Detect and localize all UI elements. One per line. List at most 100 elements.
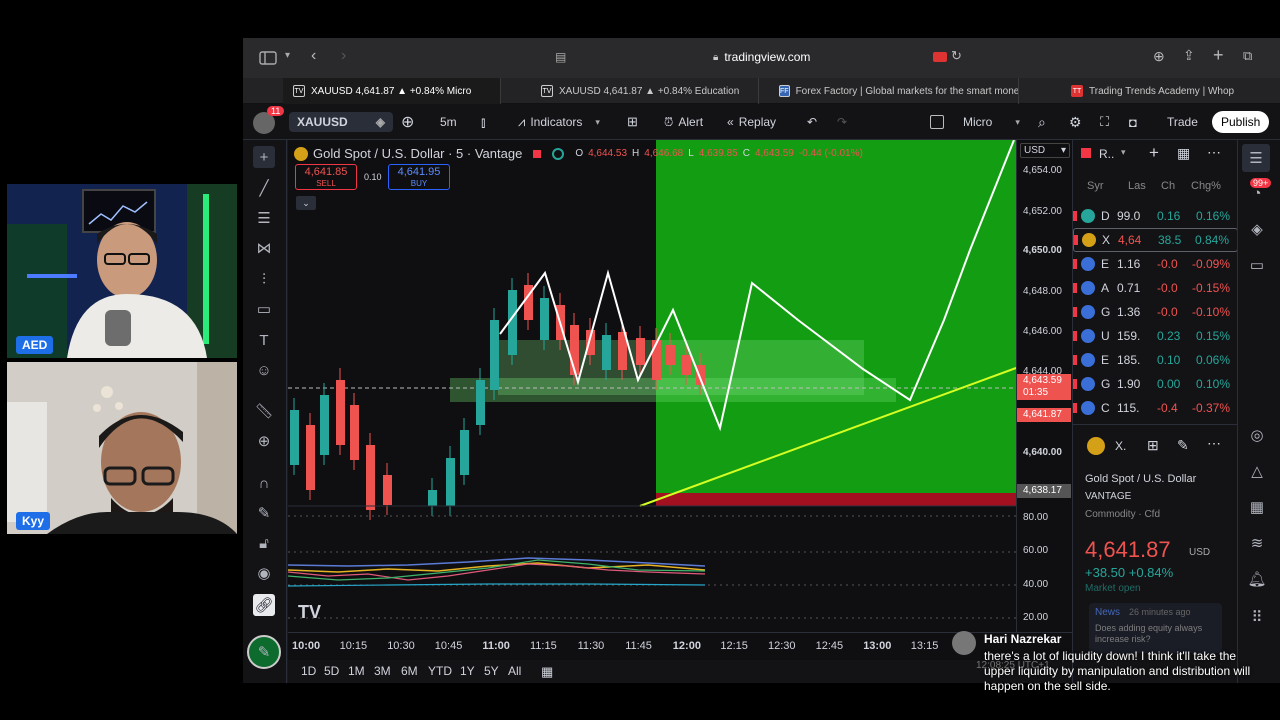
fullscreen-icon[interactable]: ⛶: [1100, 112, 1109, 132]
back-icon[interactable]: ‹: [311, 47, 316, 65]
checkbox-icon[interactable]: [930, 115, 944, 129]
edit-icon[interactable]: ✎: [1177, 437, 1189, 454]
watchlist-row[interactable]: A 0.71 -0.0 -0.15%: [1073, 276, 1238, 300]
alert-button[interactable]: ⏰︎ Alert: [664, 112, 703, 132]
bell-icon[interactable]: 🔔︎: [1246, 568, 1268, 590]
compare-add-icon[interactable]: ⊕: [401, 112, 414, 132]
watchlist-row[interactable]: U 159. 0.23 0.15%: [1073, 324, 1238, 348]
grid-icon[interactable]: ⊞: [1147, 437, 1159, 454]
more-icon[interactable]: ⋯: [1207, 435, 1221, 452]
reader-icon[interactable]: ▤: [555, 50, 566, 64]
pattern-icon[interactable]: ⋈: [253, 237, 275, 259]
rectangle-icon[interactable]: ▭: [253, 298, 275, 320]
table-view-icon[interactable]: ▦: [1177, 145, 1190, 162]
triangle-icon[interactable]: △: [1246, 460, 1268, 482]
tab-overview-icon[interactable]: ⧉: [1243, 48, 1252, 64]
col-symbol[interactable]: Syr: [1087, 180, 1104, 192]
col-last[interactable]: Las: [1128, 180, 1146, 192]
magnet-icon[interactable]: ∩: [253, 472, 275, 494]
zoom-icon[interactable]: ⊕: [253, 430, 275, 452]
watchlist-row[interactable]: X 4,64 38.5 0.84%: [1073, 228, 1238, 252]
currency-select[interactable]: USD ▾: [1020, 143, 1070, 158]
chart-pane[interactable]: TV Gold Spot / U.S. Dollar · 5 · Vantage…: [288, 140, 1016, 660]
templates-icon[interactable]: ⊞: [627, 112, 638, 132]
symbol-search[interactable]: XAUUSD ◈: [289, 112, 393, 132]
text-icon[interactable]: T: [253, 329, 275, 351]
sidebar-toggle-icon[interactable]: [259, 51, 277, 65]
details-name[interactable]: Gold Spot / U.S. Dollar: [1085, 473, 1196, 485]
redo-icon[interactable]: ↷: [837, 112, 847, 132]
range-1d[interactable]: 1D: [301, 664, 316, 678]
tab-xauusd-education[interactable]: TV XAUUSD 4,641.87 ▲ +0.84% Education: [531, 78, 759, 104]
pencil-icon[interactable]: ✎: [247, 635, 281, 669]
range-1m[interactable]: 1M: [348, 664, 365, 678]
flag-icon[interactable]: [533, 149, 542, 158]
crosshair-icon[interactable]: +: [253, 146, 275, 168]
calendar-icon[interactable]: ▦: [1246, 496, 1268, 518]
record-icon[interactable]: [933, 52, 947, 62]
watchlist-row[interactable]: D 99.0 0.16 0.16%: [1073, 204, 1238, 228]
calendar-icon[interactable]: ▦: [541, 664, 553, 680]
range-all[interactable]: All: [508, 664, 521, 678]
tab-xauusd-micro[interactable]: TV XAUUSD 4,641.87 ▲ +0.84% Micro: [283, 78, 501, 104]
watchlist-row[interactable]: G 1.90 0.00 0.10%: [1073, 372, 1238, 396]
col-change[interactable]: Ch: [1161, 180, 1175, 192]
candles-icon[interactable]: ⫾: [481, 112, 485, 132]
watchlist-row[interactable]: C 115. -0.4 -0.37%: [1073, 396, 1238, 420]
download-icon[interactable]: ⊕: [1153, 48, 1165, 65]
col-change-pct[interactable]: Chg%: [1191, 180, 1221, 192]
range-ytd[interactable]: YTD: [428, 664, 452, 678]
more-icon[interactable]: ⋯: [1207, 144, 1221, 161]
trade-button[interactable]: Trade: [1157, 112, 1208, 132]
reload-icon[interactable]: ↻: [951, 48, 962, 64]
broadcast-icon[interactable]: ≋: [1246, 532, 1268, 554]
forecast-icon[interactable]: ⫶: [253, 268, 275, 290]
replay-button[interactable]: « Replay: [727, 112, 776, 132]
chat-icon[interactable]: ▭: [1246, 254, 1268, 276]
chevron-down-icon[interactable]: ▾: [1121, 147, 1126, 158]
buy-button[interactable]: 4,641.95 BUY: [388, 164, 450, 190]
emoji-icon[interactable]: ☺: [253, 359, 275, 381]
collapse-legend-icon[interactable]: ⌄: [296, 196, 316, 210]
publish-button[interactable]: Publish: [1212, 111, 1270, 133]
range-5d[interactable]: 5D: [324, 664, 339, 678]
range-6m[interactable]: 6M: [401, 664, 418, 678]
price-axis[interactable]: USD ▾ 4,654.00 4,652.00 4,650.00 4,648.00…: [1016, 140, 1072, 632]
watchlist-row[interactable]: E 1.16 -0.0 -0.09%: [1073, 252, 1238, 276]
eye-icon[interactable]: ◉: [253, 562, 275, 584]
watchlist-row[interactable]: G 1.36 -0.0 -0.10%: [1073, 300, 1238, 324]
undo-icon[interactable]: ↶: [807, 112, 817, 132]
sell-button[interactable]: 4,641.85 SELL: [295, 164, 357, 190]
price-chart[interactable]: TV: [288, 140, 1016, 660]
details-symbol[interactable]: X.: [1115, 439, 1126, 453]
watchlist-row[interactable]: E 185. 0.10 0.06%: [1073, 348, 1238, 372]
layout-select[interactable]: Micro ▾: [963, 112, 1020, 132]
tab-trading-trends[interactable]: TT Trading Trends Academy | Whop: [1061, 78, 1280, 104]
trend-line-icon[interactable]: ╱: [253, 177, 275, 199]
apps-grid-icon[interactable]: ⠿: [1246, 606, 1268, 628]
forward-icon[interactable]: ›: [341, 47, 346, 65]
indicators-button[interactable]: ⩘ Indicators ▾: [518, 112, 600, 132]
market-status-icon[interactable]: [552, 147, 565, 160]
camera-icon[interactable]: ◘: [1129, 112, 1137, 132]
lock-icon[interactable]: 🔓︎: [253, 532, 275, 554]
link-icon[interactable]: 🔗︎: [253, 594, 275, 616]
range-3m[interactable]: 3M: [374, 664, 391, 678]
target-icon[interactable]: ◎: [1246, 424, 1268, 446]
draw-mode-icon[interactable]: ✎: [253, 502, 275, 524]
watchlist-icon[interactable]: ☰: [1242, 144, 1270, 172]
fib-icon[interactable]: ☰: [253, 207, 275, 229]
layers-icon[interactable]: ◈: [1246, 218, 1268, 240]
gear-icon[interactable]: ⚙︎: [1069, 112, 1082, 132]
new-tab-icon[interactable]: +: [1213, 45, 1224, 66]
search-icon[interactable]: ⌕: [1038, 112, 1046, 132]
ruler-icon[interactable]: 📏︎: [253, 400, 275, 422]
range-5y[interactable]: 5Y: [484, 664, 499, 678]
add-symbol-icon[interactable]: +: [1149, 143, 1159, 163]
interval-select[interactable]: 5m: [440, 112, 457, 132]
address-bar[interactable]: 🔒︎ tradingview.com: [713, 50, 810, 64]
share-icon[interactable]: ⇪: [1183, 47, 1195, 64]
range-1y[interactable]: 1Y: [460, 664, 475, 678]
tab-forex-factory[interactable]: FF Forex Factory | Global markets for th…: [769, 78, 1019, 104]
chevron-down-icon[interactable]: ▾: [285, 50, 290, 61]
